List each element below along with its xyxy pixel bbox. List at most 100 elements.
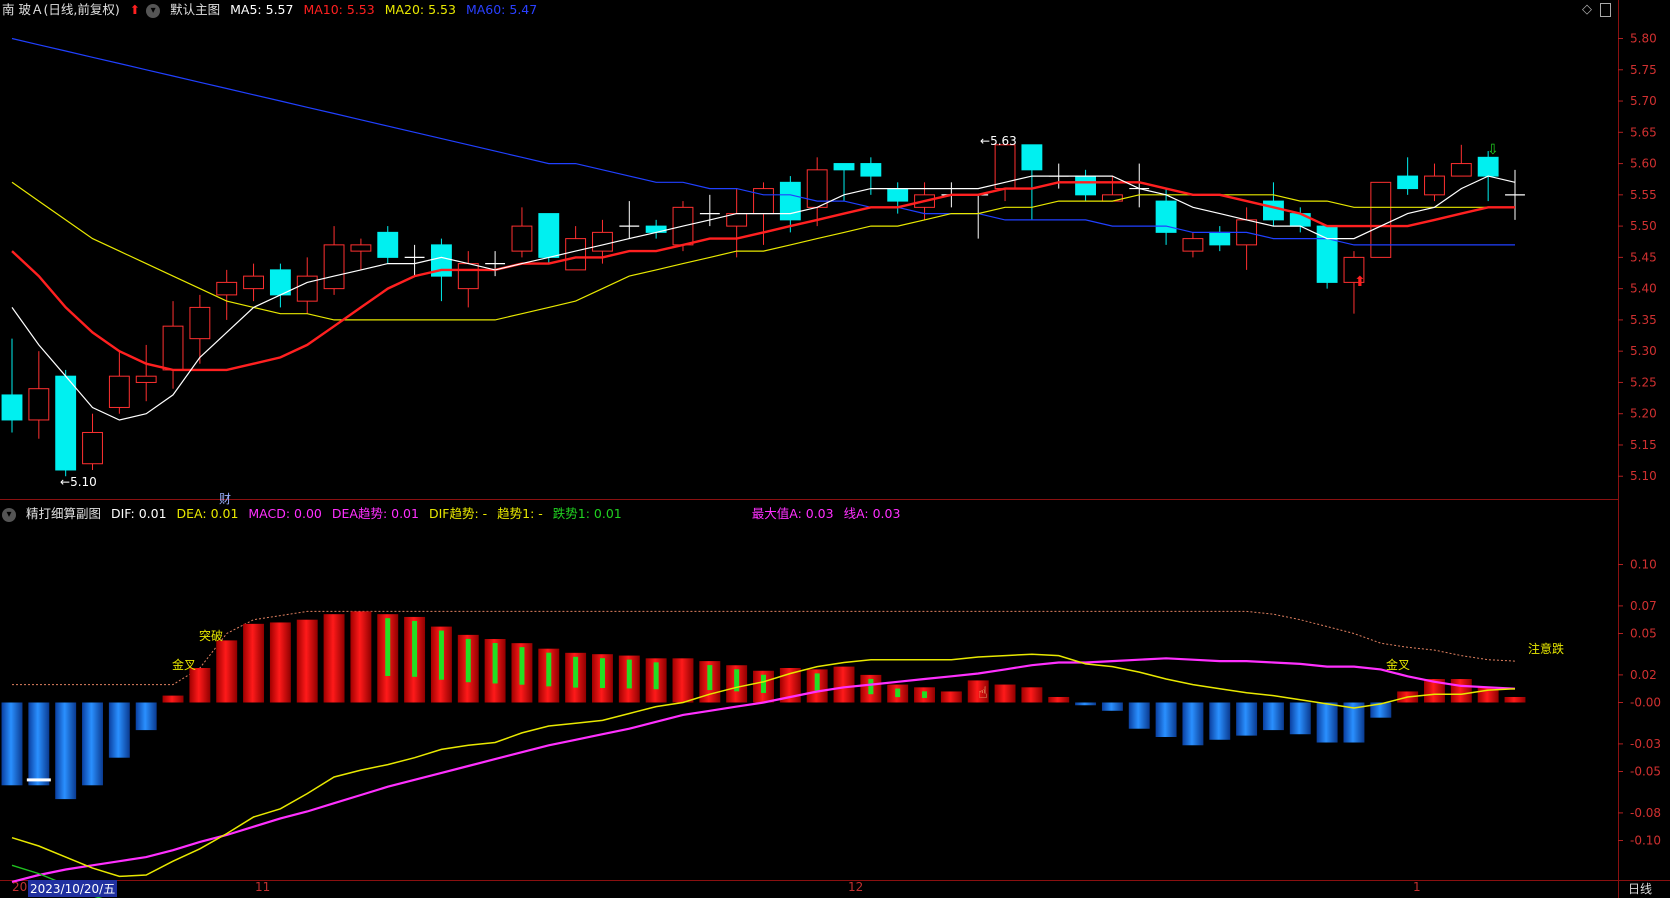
decline-marker <box>599 658 605 689</box>
price-label: 5.20 <box>1630 407 1657 421</box>
macd-bar <box>1236 702 1258 736</box>
macd-bar <box>672 658 694 703</box>
candle <box>1424 163 1445 202</box>
macd-bar <box>323 614 345 703</box>
candle-body <box>1289 213 1311 227</box>
candle-body <box>565 238 587 271</box>
sell-arrow-icon: ⇩ <box>1487 142 1499 158</box>
kline-chart[interactable]: 5.80 5.75 5.70 5.65 5.60 5.55 5.50 5.45 5.40 5.35… <box>0 0 1670 898</box>
decline-marker <box>385 618 391 677</box>
decline-marker <box>438 630 444 680</box>
candle <box>1263 182 1284 227</box>
macd-bar <box>243 623 265 703</box>
candle-body <box>1209 231 1231 246</box>
sub-label: -0.10 <box>1630 834 1661 848</box>
candle-body <box>82 431 103 465</box>
candle <box>350 238 372 270</box>
golden-cross-label-1: 金叉 <box>172 658 197 672</box>
macd-bar <box>135 702 157 731</box>
candle <box>1236 207 1258 270</box>
macd-bar <box>350 611 372 703</box>
macd-bar <box>55 702 77 800</box>
decline-marker <box>868 678 874 695</box>
candle <box>645 219 667 239</box>
candle <box>269 263 291 308</box>
macd-bar <box>1021 687 1043 703</box>
price-axis: 5.80 5.75 5.70 5.65 5.60 5.55 5.50 5.45 5.40 5.35… <box>1618 32 1661 848</box>
main-chart-panel <box>1 37 1525 477</box>
candle <box>1075 169 1097 202</box>
candle-body <box>457 263 479 290</box>
candle <box>994 144 1016 202</box>
candle <box>619 201 640 239</box>
candle-body <box>1316 225 1338 283</box>
candle-body <box>860 163 882 177</box>
candle-body <box>1397 175 1419 190</box>
candle-body <box>55 375 77 471</box>
candle-body <box>350 244 372 252</box>
golden-cross-label-2: 金叉 <box>1386 658 1411 672</box>
candle-body <box>296 275 318 302</box>
sub-label: 0.07 <box>1630 599 1657 613</box>
candle-body <box>28 388 50 421</box>
candle <box>806 157 828 227</box>
decline-marker <box>465 638 471 683</box>
candle <box>565 226 587 271</box>
candle <box>162 301 184 389</box>
candle <box>377 226 399 264</box>
candle-body <box>1101 194 1123 202</box>
candle-body <box>377 231 399 258</box>
decline-marker <box>895 688 901 698</box>
candle <box>511 207 533 258</box>
candle <box>968 194 989 239</box>
period-button[interactable]: 日线 <box>1628 880 1652 897</box>
candle <box>726 188 748 258</box>
sub-label: 0.02 <box>1630 668 1657 682</box>
price-label: 5.25 <box>1630 375 1657 389</box>
decline-marker <box>707 665 713 691</box>
sub-label: -0.03 <box>1630 737 1661 751</box>
cursor-marker <box>26 778 51 782</box>
candle-body <box>887 188 909 202</box>
candle-body <box>1075 175 1097 196</box>
macd-bar <box>108 702 130 758</box>
price-label: 5.60 <box>1630 157 1657 171</box>
x-axis-label-nov: 11 <box>255 880 271 894</box>
candle <box>1182 232 1204 258</box>
candle-body <box>1450 163 1472 177</box>
candle <box>135 344 157 402</box>
cursor-hand-icon: ☝ <box>978 683 988 702</box>
macd-bar <box>1075 702 1097 706</box>
candle <box>404 244 425 277</box>
macd-bar <box>1316 702 1338 743</box>
price-label: 5.35 <box>1630 313 1657 327</box>
candle-body <box>1182 238 1204 252</box>
candle <box>485 251 506 277</box>
candle-body <box>833 163 855 171</box>
candle-body <box>135 375 157 383</box>
low-price-marker: ←5.10 <box>60 475 97 489</box>
candle-body <box>645 225 667 233</box>
decline-marker <box>653 662 659 690</box>
macd-bar <box>1504 696 1526 703</box>
macd-bar <box>28 702 50 786</box>
x-axis-label-start: 20 <box>12 880 28 894</box>
candle <box>189 294 211 364</box>
candle <box>457 251 479 308</box>
decline-marker <box>546 652 552 687</box>
candle <box>82 413 103 470</box>
candle-body <box>806 169 828 208</box>
macd-bar <box>1101 702 1123 711</box>
buy-arrow-icon: ⬆ <box>1354 274 1366 290</box>
candle-body <box>1263 200 1284 221</box>
finance-marker[interactable]: 财 <box>219 490 231 507</box>
price-label: 5.45 <box>1630 250 1657 264</box>
breakout-label: 突破 <box>199 629 224 643</box>
price-label: 5.55 <box>1630 188 1657 202</box>
macd-bar <box>1450 679 1472 703</box>
candle-body <box>243 275 264 290</box>
candle-body <box>753 188 774 215</box>
price-label: 5.30 <box>1630 344 1657 358</box>
macd-bar <box>1209 702 1231 740</box>
decline-marker <box>492 643 498 684</box>
